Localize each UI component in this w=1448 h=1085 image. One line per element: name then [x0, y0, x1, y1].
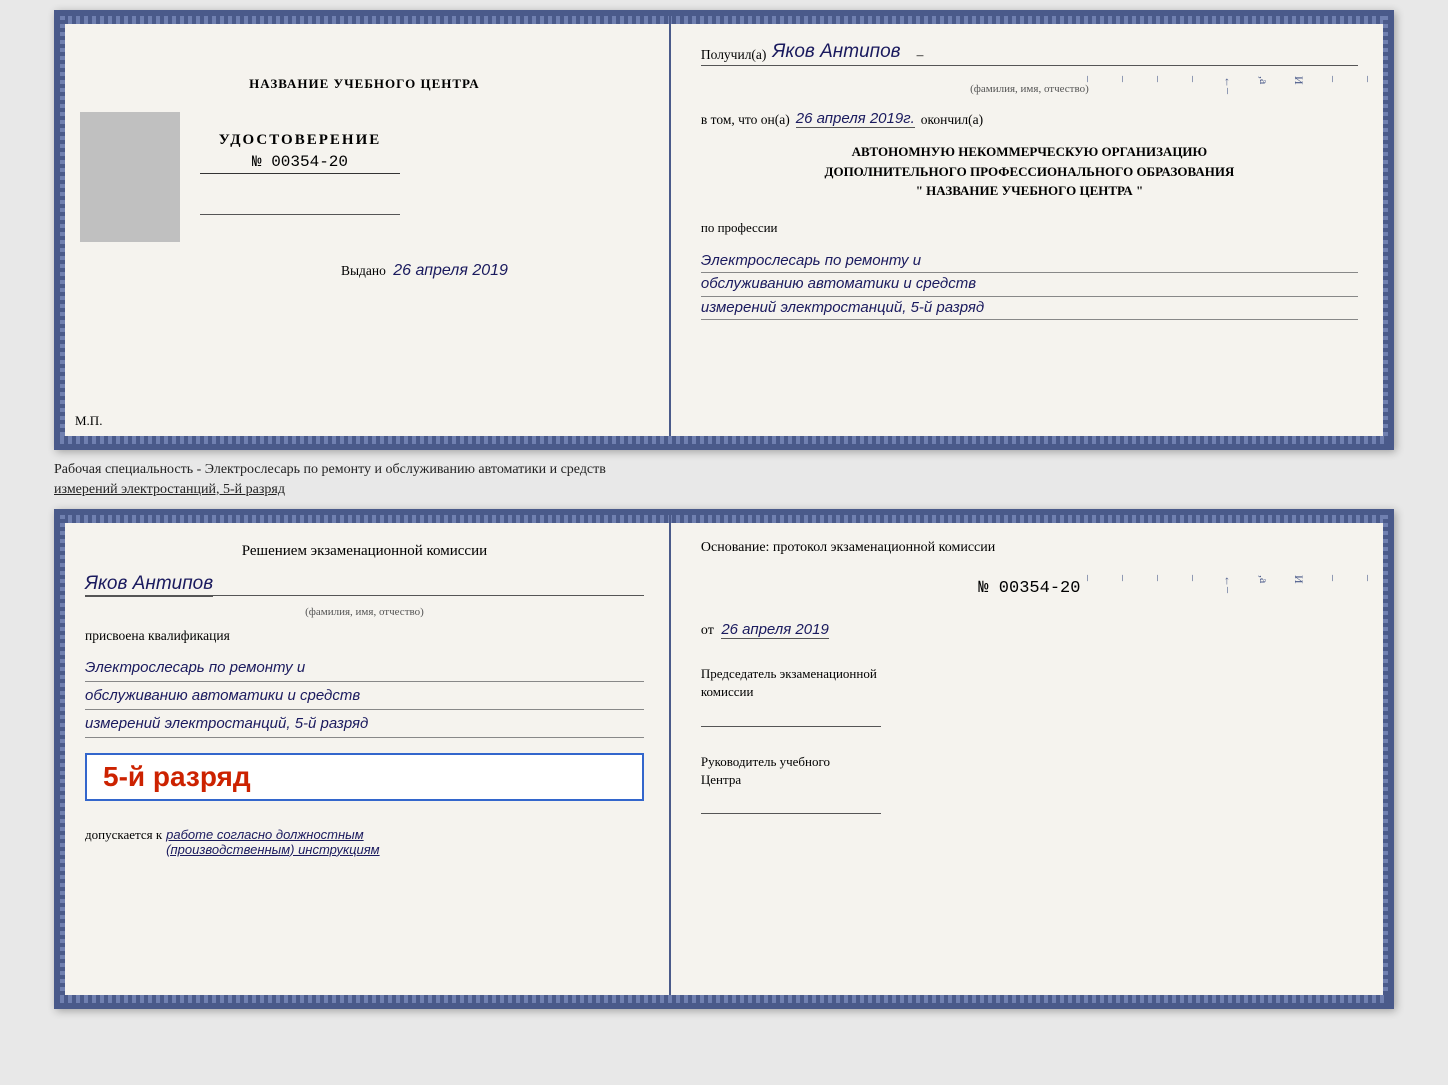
vydano-section: Выдано 26 апреля 2019 — [341, 262, 508, 280]
udost-section: УДОСТОВЕРЕНИЕ № 00354-20 — [200, 112, 400, 215]
dopusk-label: допускается к — [85, 827, 162, 843]
side-deco-bottom: – – И ,а ←– – – – – — [1081, 575, 1376, 593]
mp-label: М.П. — [75, 413, 102, 429]
dash1: – — [917, 47, 924, 63]
recipient-field: Получил(а) Яков Антипов – — [701, 41, 1358, 66]
dopusk-field: допускается к работе согласно должностны… — [85, 819, 644, 857]
middle-text-line1: Рабочая специальность - Электрослесарь п… — [54, 462, 606, 477]
rukov-block: Руководитель учебного Центра — [701, 753, 1358, 814]
top-document: НАЗВАНИЕ УЧЕБНОГО ЦЕНТРА УДОСТОВЕРЕНИЕ №… — [54, 10, 1394, 450]
bottom-doc-right: Основание: протокол экзаменационной коми… — [671, 515, 1388, 1003]
prisvoena-label: присвоена квалификация — [85, 628, 644, 644]
top-doc-left: НАЗВАНИЕ УЧЕБНОГО ЦЕНТРА УДОСТОВЕРЕНИЕ №… — [60, 16, 671, 444]
predsedatel-block: Председатель экзаменационной комиссии — [701, 665, 1358, 726]
photo-placeholder — [80, 112, 180, 242]
person-name-bottom: Яков Антипов — [85, 573, 213, 597]
middle-text-container: Рабочая специальность - Электрослесарь п… — [54, 460, 1394, 499]
osnov-label: Основание: протокол экзаменационной коми… — [701, 540, 1358, 556]
center-name-top: НАЗВАНИЕ УЧЕБНОГО ЦЕНТРА — [249, 76, 480, 92]
profession-text: Электрослесарь по ремонту и обслуживанию… — [701, 250, 1358, 321]
rukov-title: Руководитель учебного Центра — [701, 753, 1358, 789]
ot-label: от — [701, 623, 714, 638]
rukov-sig-line — [701, 794, 881, 814]
bottom-document: Решением экзаменационной комиссии Яков А… — [54, 509, 1394, 1009]
bottom-doc-left: Решением экзаменационной комиссии Яков А… — [60, 515, 671, 1003]
protokol-date: от 26 апреля 2019 — [701, 621, 1358, 639]
razryad-text: 5-й разряд — [103, 761, 251, 792]
side-deco: – – И ,а ←– – – – – — [1081, 76, 1376, 94]
dopusk-italic: работе согласно должностным (производств… — [166, 827, 379, 857]
predsedatel-sig-line — [701, 707, 881, 727]
udost-title: УДОСТОВЕРЕНИЕ — [200, 132, 400, 149]
protokol-date-value: 26 апреля 2019 — [721, 621, 828, 639]
vydano-label: Выдано — [341, 263, 386, 278]
komissia-title: Решением экзаменационной комиссии — [85, 540, 644, 563]
fam-note-bottom: (фамилия, имя, отчество) — [85, 606, 644, 618]
poluchil-label: Получил(а) — [701, 47, 767, 63]
predsedatel-title: Председатель экзаменационной комиссии — [701, 665, 1358, 701]
person-name-top: Яков Антипов — [772, 41, 900, 63]
udost-number: № 00354-20 — [200, 153, 400, 174]
qualification-lines: Электрослесарь по ремонту и обслуживанию… — [85, 654, 644, 738]
org-text: АВТОНОМНУЮ НЕКОММЕРЧЕСКУЮ ОРГАНИЗАЦИЮ ДО… — [701, 142, 1358, 201]
okonchil-label: окончил(а) — [921, 112, 983, 128]
razryad-badge: 5-й разряд — [85, 753, 644, 801]
top-doc-right: Получил(а) Яков Антипов – (фамилия, имя,… — [671, 16, 1388, 444]
pro-label: по профессии — [701, 220, 1358, 236]
vtom-field: в том, что он(а) 26 апреля 2019г. окончи… — [701, 110, 1358, 128]
vtom-date: 26 апреля 2019г. — [796, 110, 915, 128]
middle-text-line2: измерений электростанций, 5-й разряд — [54, 482, 285, 497]
person-name-bottom-field: Яков Антипов — [85, 573, 644, 596]
vtom-label: в том, что он(а) — [701, 112, 790, 128]
vydano-date: 26 апреля 2019 — [393, 262, 508, 279]
